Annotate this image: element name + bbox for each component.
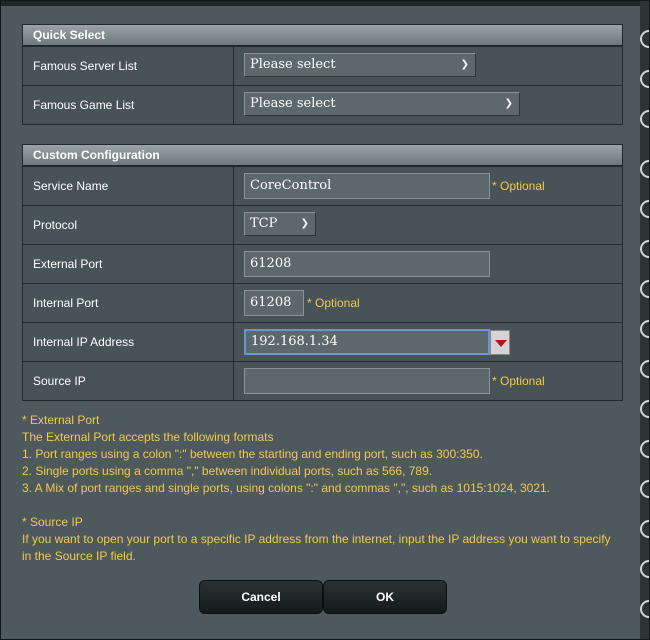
quick-select-header: Quick Select — [23, 25, 622, 46]
internal-port-optional-note: * Optional — [307, 296, 360, 310]
note-spacer — [22, 497, 622, 514]
background-radio — [640, 280, 650, 298]
background-radio — [640, 360, 650, 378]
background-radio — [640, 440, 650, 458]
background-radio — [640, 520, 650, 538]
protocol-select[interactable]: TCP ❯ — [244, 212, 316, 236]
external-port-row: External Port 61208 — [23, 244, 622, 283]
background-radio — [640, 30, 650, 48]
external-port-note-title: * External Port — [22, 413, 100, 427]
external-port-note-item: 1. Port ranges using a colon ":" between… — [22, 447, 483, 461]
background-strip — [0, 0, 650, 6]
background-radio — [640, 70, 650, 88]
internal-ip-label: Internal IP Address — [23, 323, 234, 361]
external-port-note-item: 3. A Mix of port ranges and single ports… — [22, 481, 551, 495]
famous-game-row: Famous Game List Please select ❯ — [23, 85, 622, 124]
help-notes: * External Port The External Port accept… — [22, 412, 622, 565]
famous-server-select[interactable]: Please select ❯ — [244, 53, 476, 77]
internal-ip-input[interactable]: 192.168.1.34 — [244, 329, 490, 355]
service-name-row: Service Name CoreControl * Optional — [23, 166, 622, 205]
service-name-input[interactable]: CoreControl — [244, 173, 490, 199]
famous-game-select[interactable]: Please select ❯ — [244, 92, 520, 116]
background-radio — [640, 560, 650, 578]
background-radio — [640, 400, 650, 418]
external-port-note-item: 2. Single ports using a comma "," betwee… — [22, 464, 433, 478]
external-port-label: External Port — [23, 245, 234, 283]
famous-game-label: Famous Game List — [23, 86, 234, 124]
famous-server-label: Famous Server List — [23, 47, 234, 85]
famous-game-select-value: Please select — [250, 96, 336, 111]
background-radio — [640, 200, 650, 218]
service-name-optional-note: * Optional — [492, 179, 545, 193]
internal-port-row: Internal Port 61208 * Optional — [23, 283, 622, 322]
cancel-button[interactable]: Cancel — [199, 580, 323, 614]
chevron-down-icon: ❯ — [460, 59, 469, 70]
source-ip-label: Source IP — [23, 362, 234, 400]
background-radio — [640, 160, 650, 178]
background-radio — [640, 600, 650, 618]
custom-config-table: Custom Configuration Service Name CoreCo… — [22, 144, 623, 401]
background-radio — [640, 480, 650, 498]
ok-button[interactable]: OK — [323, 580, 447, 614]
quick-select-table: Quick Select Famous Server List Please s… — [22, 24, 623, 125]
triangle-down-icon — [495, 340, 507, 347]
background-column — [640, 0, 650, 640]
background-radio — [640, 240, 650, 258]
famous-server-row: Famous Server List Please select ❯ — [23, 46, 622, 85]
source-ip-optional-note: * Optional — [492, 374, 545, 388]
protocol-label: Protocol — [23, 206, 234, 244]
service-name-label: Service Name — [23, 167, 234, 205]
background-radio — [640, 110, 650, 128]
external-port-note-intro: The External Port accepts the following … — [22, 430, 274, 444]
internal-port-input[interactable]: 61208 — [244, 290, 304, 316]
source-ip-note-title: * Source IP — [22, 515, 83, 529]
custom-config-header: Custom Configuration — [23, 145, 622, 166]
chevron-down-icon: ❯ — [504, 98, 513, 109]
famous-server-select-value: Please select — [250, 57, 336, 72]
protocol-select-value: TCP — [250, 216, 278, 231]
source-ip-row: Source IP * Optional — [23, 361, 622, 400]
protocol-row: Protocol TCP ❯ — [23, 205, 622, 244]
chevron-down-icon: ❯ — [300, 218, 309, 229]
internal-port-label: Internal Port — [23, 284, 234, 322]
internal-ip-dropdown-button[interactable] — [490, 330, 510, 355]
internal-ip-row: Internal IP Address 192.168.1.34 — [23, 322, 622, 361]
source-ip-note-text: If you want to open your port to a speci… — [22, 532, 611, 563]
external-port-input[interactable]: 61208 — [244, 251, 490, 277]
background-radio — [640, 320, 650, 338]
source-ip-input[interactable] — [244, 368, 490, 394]
